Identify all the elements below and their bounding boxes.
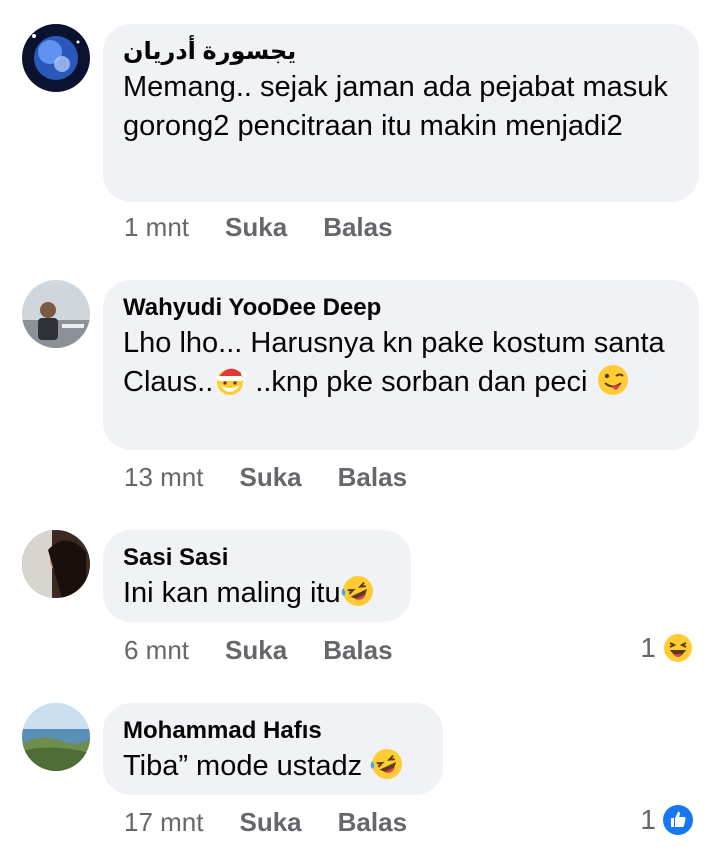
like-link[interactable]: Suka	[240, 462, 302, 492]
rolling-laughing-emoji-icon	[341, 576, 373, 606]
reply-link[interactable]: Balas	[338, 807, 407, 837]
comment-text-part: Tiba” mode ustadz	[123, 750, 371, 782]
avatar[interactable]	[22, 703, 90, 771]
comment-text: Tiba” mode ustadz	[123, 747, 421, 786]
comment-text: Memang.. sejak jaman ada pejabat masuk g…	[123, 71, 668, 142]
reply-link[interactable]: Balas	[323, 635, 392, 665]
comment-actions: 17 mnt Suka Balas	[124, 807, 443, 837]
comment-author[interactable]: يجسورة أدريان	[123, 36, 677, 68]
comment-author[interactable]: Sasi Sasi	[123, 542, 389, 574]
reaction-count: 1	[640, 804, 656, 835]
comment-text-part: Ini kan maling itu	[123, 577, 341, 609]
man-portrait-avatar-icon	[22, 280, 90, 348]
winking-tongue-emoji-icon	[597, 365, 628, 395]
santa-emoji-icon	[217, 368, 248, 395]
comment-time[interactable]: 17 mnt	[124, 807, 204, 837]
reaction-summary[interactable]: 1	[640, 632, 694, 664]
avatar[interactable]	[22, 24, 90, 92]
comment-actions: 13 mnt Suka Balas	[124, 462, 443, 492]
avatar[interactable]	[22, 530, 90, 598]
reply-link[interactable]: Balas	[338, 462, 407, 492]
like-reaction-icon	[663, 805, 693, 835]
blue-planet-avatar-icon	[22, 24, 90, 92]
comment-bubble: Sasi Sasi Ini kan maling itu	[103, 530, 411, 622]
like-link[interactable]: Suka	[225, 635, 287, 665]
comment-text: Ini kan maling itu	[123, 574, 389, 613]
avatar[interactable]	[22, 280, 90, 348]
comment-time[interactable]: 6 mnt	[124, 635, 189, 665]
laughing-reaction-icon	[664, 634, 692, 662]
comment-time[interactable]: 13 mnt	[124, 462, 204, 492]
comment-time[interactable]: 1 mnt	[124, 212, 189, 242]
comment-actions: 1 mnt Suka Balas	[124, 212, 429, 242]
comment-text-part: ..knp pke sorban dan peci	[247, 366, 596, 398]
reply-link[interactable]: Balas	[323, 212, 392, 242]
comment-bubble: Wahyudi YooDee Deep Lho lho... Harusnya …	[103, 280, 699, 450]
like-link[interactable]: Suka	[225, 212, 287, 242]
reaction-summary[interactable]: 1	[640, 804, 694, 836]
like-link[interactable]: Suka	[240, 807, 302, 837]
comment-actions: 6 mnt Suka Balas	[124, 635, 429, 665]
comment-text: Lho lho... Harusnya kn pake kostum santa…	[123, 324, 677, 402]
coast-landscape-avatar-icon	[22, 703, 90, 771]
dark-portrait-avatar-icon	[22, 530, 90, 598]
comment-author[interactable]: Wahyudi YooDee Deep	[123, 292, 677, 324]
comment-author[interactable]: Mohammad Hafıs	[123, 715, 421, 747]
comment-bubble: يجسورة أدريان Memang.. sejak jaman ada p…	[103, 24, 699, 202]
comment-bubble: Mohammad Hafıs Tiba” mode ustadz	[103, 703, 443, 795]
rolling-laughing-emoji-icon	[370, 749, 403, 779]
reaction-count: 1	[640, 632, 656, 663]
